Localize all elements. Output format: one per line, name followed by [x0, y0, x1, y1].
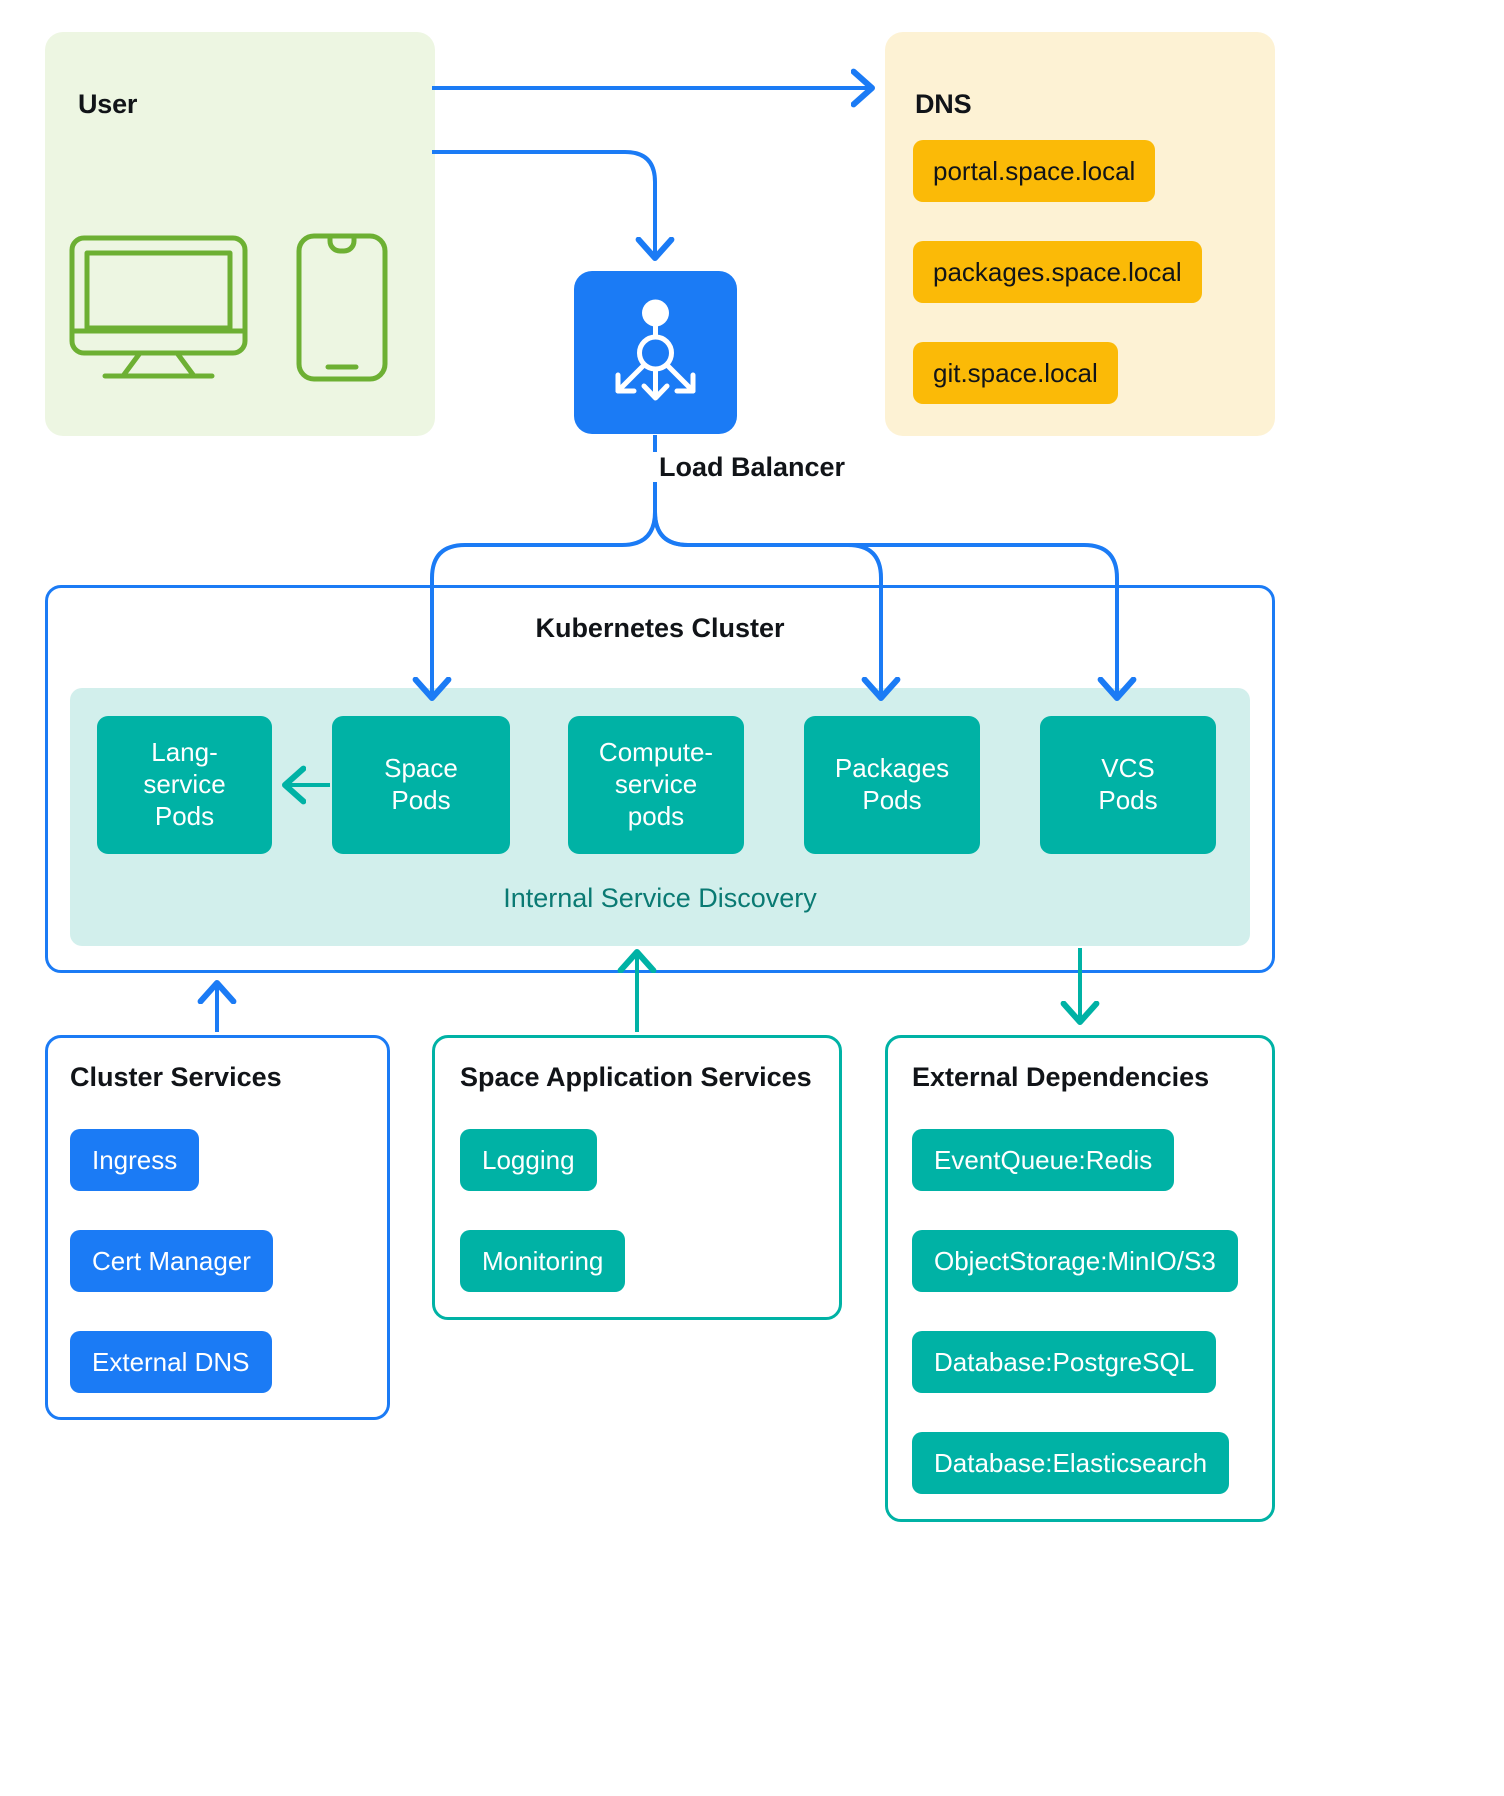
diagram-canvas: User DNS portal.space.local packages.spa…	[0, 0, 1504, 1796]
load-balancer-distribution-icon	[615, 299, 696, 401]
pod-lang-service: Lang-service Pods	[97, 716, 272, 854]
external-dependency-chip: ObjectStorage:MinIO/S3	[912, 1230, 1238, 1292]
cluster-services-title: Cluster Services	[70, 1062, 282, 1092]
dns-panel-title: DNS	[915, 89, 972, 119]
dns-record-badge: packages.space.local	[913, 241, 1202, 303]
mobile-phone-icon	[296, 233, 388, 382]
pod-vcs: VCS Pods	[1040, 716, 1216, 854]
kubernetes-cluster-title: Kubernetes Cluster	[535, 613, 785, 643]
external-dependency-chip: EventQueue:Redis	[912, 1129, 1175, 1191]
space-application-service-chip: Logging	[460, 1129, 597, 1191]
pod-packages: Packages Pods	[804, 716, 980, 854]
cluster-service-chip: Cert Manager	[70, 1230, 273, 1292]
internal-service-discovery-label: Internal Service Discovery	[503, 883, 817, 913]
cluster-service-chip: Ingress	[70, 1129, 200, 1191]
external-dependencies-title: External Dependencies	[912, 1062, 1210, 1092]
external-dependency-chip: Database:PostgreSQL	[912, 1331, 1217, 1393]
user-panel: User	[45, 32, 435, 436]
dns-panel: DNS portal.space.local packages.space.lo…	[885, 32, 1275, 436]
space-application-services-title: Space Application Services	[460, 1062, 812, 1092]
load-balancer-node	[574, 271, 737, 434]
load-balancer-label: Load Balancer	[0, 452, 1504, 483]
dns-record-badge: git.space.local	[913, 342, 1118, 404]
cluster-service-chip: External DNS	[70, 1331, 272, 1393]
user-panel-title: User	[78, 89, 138, 119]
pod-compute-service: Compute-service pods	[568, 716, 744, 854]
external-dependency-chip: Database:Elasticsearch	[912, 1432, 1230, 1494]
dns-record-badge: portal.space.local	[913, 140, 1156, 202]
desktop-monitor-icon	[69, 235, 248, 379]
pod-space: Space Pods	[332, 716, 510, 854]
space-application-service-chip: Monitoring	[460, 1230, 626, 1292]
user-device-icons	[45, 228, 435, 388]
